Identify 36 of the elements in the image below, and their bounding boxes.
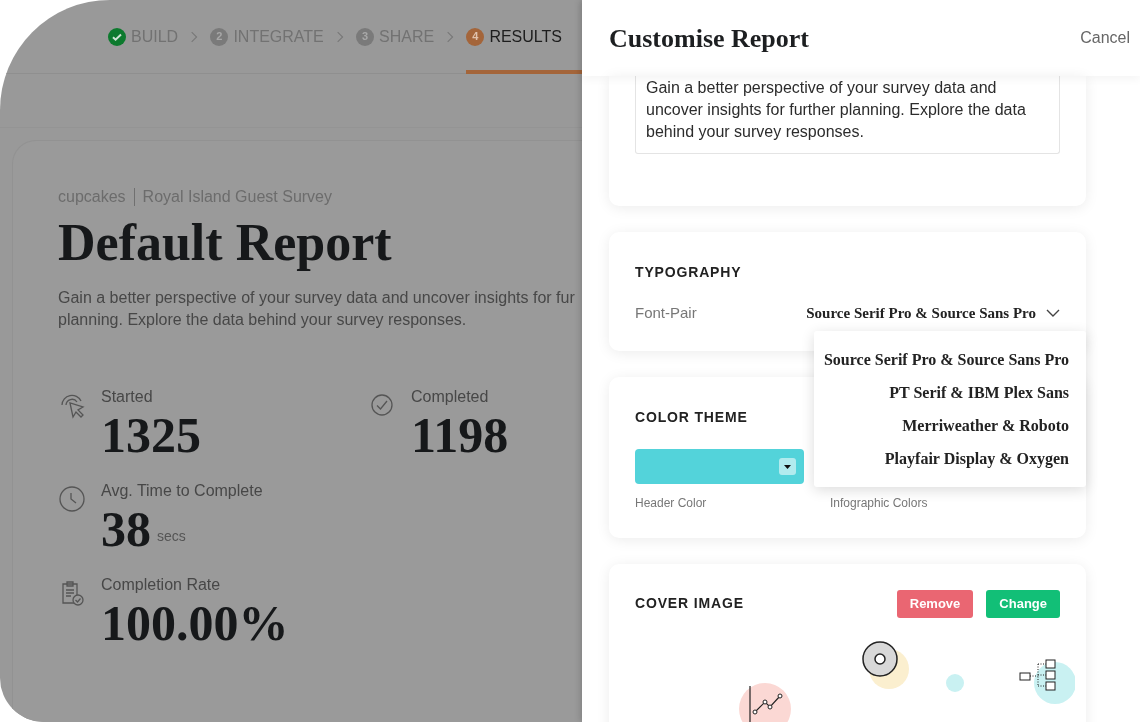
stat-value: 100.00% xyxy=(101,595,289,651)
cancel-button[interactable]: Cancel xyxy=(1080,26,1130,50)
stat-value: 1325 xyxy=(101,407,201,463)
check-circle-icon xyxy=(108,27,126,46)
stat-value: 1198 xyxy=(411,407,509,463)
chevron-right-icon xyxy=(335,29,344,44)
check-circle-icon xyxy=(368,391,396,419)
stat-label: Started xyxy=(101,387,154,407)
font-pair-label: Font-Pair xyxy=(635,303,697,323)
chevron-right-icon xyxy=(190,29,199,44)
infographic-colors-label: Infographic Colors xyxy=(830,494,928,512)
header-color-label: Header Color xyxy=(635,494,708,512)
description-field[interactable]: Gain a better perspective of your survey data and uncover insights for further planning. Explore the data behind your survey responses. xyxy=(635,76,1060,154)
report-title: Default Report xyxy=(58,213,393,273)
font-pair-option[interactable]: PT Serif & IBM Plex Sans xyxy=(889,376,1069,409)
stat-label: Completion Rate xyxy=(101,575,222,595)
chevron-down-icon xyxy=(1046,309,1060,318)
font-pair-dropdown[interactable]: Source Serif Pro & Source Sans Pro xyxy=(806,302,1060,325)
section-heading: COVER IMAGE xyxy=(635,594,744,613)
caret-down-icon xyxy=(779,457,796,475)
section-heading: TYPOGRAPHY xyxy=(635,264,742,280)
remove-button[interactable]: Remove xyxy=(896,589,974,618)
stat-label: Avg. Time to Complete xyxy=(101,481,263,501)
step-number: 4 xyxy=(466,27,485,46)
report-description: Gain a better perspective of your survey data and uncover insights for fur planning. Explore the data behind your survey responses. xyxy=(58,288,576,330)
font-pair-option[interactable]: Merriweather & Roboto xyxy=(902,409,1069,442)
stat-unit: secs xyxy=(157,527,186,546)
font-pair-option[interactable]: Source Serif Pro & Source Sans Pro xyxy=(823,343,1069,376)
stat-value: 38 xyxy=(101,501,151,557)
chevron-right-icon xyxy=(446,29,455,44)
font-pair-option[interactable]: Playfair Display & Oxygen xyxy=(884,442,1069,475)
stat-label: Completed xyxy=(411,387,490,407)
panel-title: Customise Report xyxy=(609,22,810,55)
section-heading: COLOR THEME xyxy=(635,408,748,425)
header-color-picker[interactable] xyxy=(635,448,804,484)
clock-icon xyxy=(58,485,86,513)
